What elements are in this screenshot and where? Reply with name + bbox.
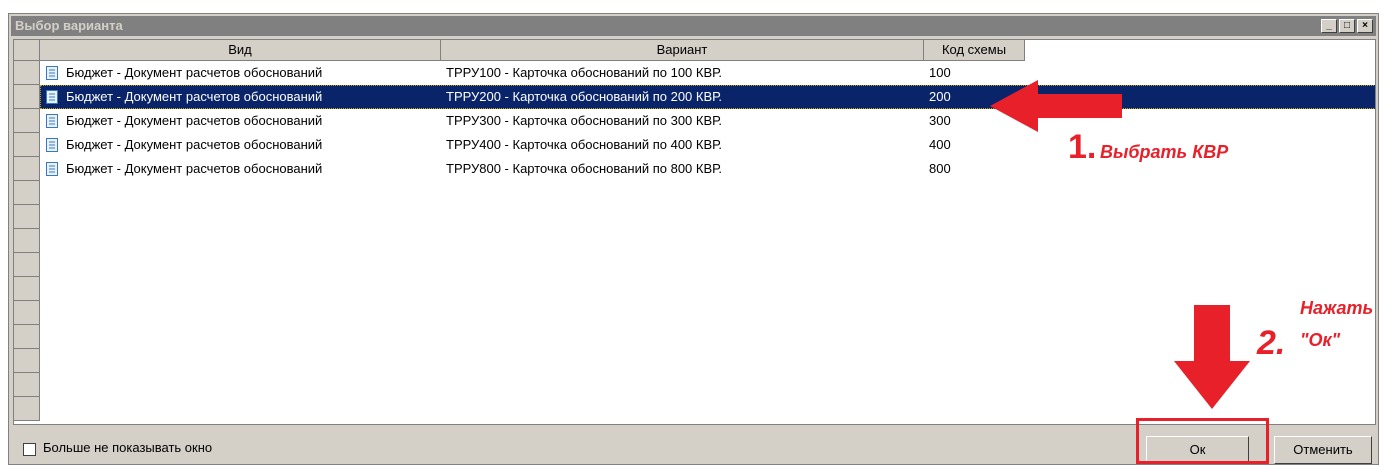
cell-code: 100: [929, 65, 951, 80]
cell-type: Бюджет - Документ расчетов обоснований: [66, 65, 323, 80]
cancel-button-label: Отменить: [1293, 442, 1353, 457]
cell-code: 400: [929, 137, 951, 152]
row-indicator[interactable]: [14, 277, 40, 301]
row-indicator[interactable]: [14, 205, 40, 229]
row-indicator[interactable]: [14, 229, 40, 253]
variants-grid[interactable]: Вид Вариант Код схемы Бюджет - Документ …: [13, 39, 1376, 425]
document-icon: [46, 114, 58, 128]
close-button[interactable]: ×: [1357, 19, 1373, 33]
step2-number: 2.: [1257, 324, 1286, 362]
cell-type: Бюджет - Документ расчетов обоснований: [66, 137, 323, 152]
document-icon: [46, 90, 58, 104]
step2-text-line1: Нажать: [1300, 298, 1374, 318]
row-indicator[interactable]: [14, 325, 40, 349]
arrow-down-icon: [1174, 305, 1250, 409]
row-indicator[interactable]: [14, 61, 40, 85]
dont-show-label[interactable]: Больше не показывать окно: [43, 440, 212, 455]
row-indicator[interactable]: [14, 109, 40, 133]
cell-variant: ТРРУ100 - Карточка обоснований по 100 КВ…: [446, 65, 722, 80]
column-header-variant[interactable]: Вариант: [441, 40, 924, 61]
row-indicator[interactable]: [14, 157, 40, 181]
cell-type: Бюджет - Документ расчетов обоснований: [66, 113, 323, 128]
dont-show-checkbox[interactable]: [23, 443, 36, 456]
maximize-button[interactable]: □: [1339, 19, 1355, 33]
row-indicator[interactable]: [14, 253, 40, 277]
step1-text: Выбрать КВР: [1099, 142, 1229, 162]
column-header-code[interactable]: Код схемы: [924, 40, 1025, 61]
row-indicator[interactable]: [14, 349, 40, 373]
cell-type: Бюджет - Документ расчетов обоснований: [66, 161, 323, 176]
step1-annotation: 1. Выбрать КВР: [1068, 128, 1228, 167]
cancel-button[interactable]: Отменить: [1274, 436, 1372, 464]
cell-code: 800: [929, 161, 951, 176]
cell-variant: ТРРУ300 - Карточка обоснований по 300 КВ…: [446, 113, 722, 128]
row-indicator[interactable]: [14, 181, 40, 205]
document-icon: [46, 66, 58, 80]
cell-variant: ТРРУ800 - Карточка обоснований по 800 КВ…: [446, 161, 722, 176]
step2-text-line2: "Ок": [1300, 330, 1341, 350]
cell-code: 200: [929, 89, 951, 104]
row-indicator[interactable]: [14, 397, 40, 421]
column-header-type[interactable]: Вид: [40, 40, 441, 61]
minimize-button[interactable]: _: [1321, 19, 1337, 33]
table-row[interactable]: Бюджет - Документ расчетов обоснований ТР…: [40, 85, 1375, 109]
step1-number: 1.: [1068, 128, 1097, 166]
cell-code: 300: [929, 113, 951, 128]
row-indicator[interactable]: [14, 133, 40, 157]
cell-variant: ТРРУ200 - Карточка обоснований по 200 КВ…: [446, 89, 722, 104]
document-icon: [46, 138, 58, 152]
title-bar[interactable]: Выбор варианта _ □ ×: [11, 16, 1376, 36]
window-title: Выбор варианта: [15, 18, 123, 33]
cell-variant: ТРРУ400 - Карточка обоснований по 400 КВ…: [446, 137, 722, 152]
row-indicator[interactable]: [14, 85, 40, 109]
document-icon: [46, 162, 58, 176]
header-corner: [14, 40, 40, 61]
row-indicator[interactable]: [14, 373, 40, 397]
cell-type: Бюджет - Документ расчетов обоснований: [66, 89, 323, 104]
row-indicator[interactable]: [14, 301, 40, 325]
ok-highlight-box: [1136, 418, 1269, 464]
arrow-left-icon: [990, 80, 1122, 132]
table-row[interactable]: Бюджет - Документ расчетов обоснований ТР…: [40, 61, 1375, 85]
